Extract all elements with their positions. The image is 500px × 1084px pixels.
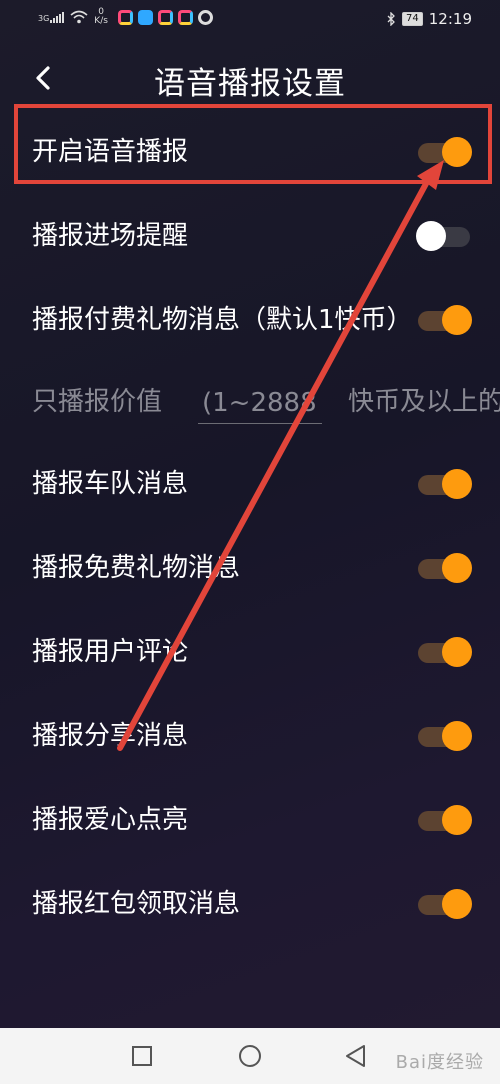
setting-row-red-packet: 播报红包领取消息 [0, 862, 500, 946]
threshold-prefix-label: 只播报价值 [32, 387, 163, 417]
home-button[interactable] [234, 1040, 266, 1072]
setting-row-entry-reminder: 播报进场提醒 [0, 194, 500, 278]
page-title: 语音播报设置 [154, 66, 346, 102]
setting-row-free-gift: 播报免费礼物消息 [0, 526, 500, 610]
setting-row-heart-light: 播报爱心点亮 [0, 778, 500, 862]
user-comment-toggle[interactable] [416, 637, 472, 667]
share-message-toggle[interactable] [416, 721, 472, 751]
clock: 12:19 [428, 10, 472, 28]
setting-label: 播报进场提醒 [32, 221, 189, 251]
setting-label: 开启语音播报 [32, 137, 189, 167]
cell-signal: 3G [38, 11, 65, 23]
app-notification-icon [117, 9, 133, 25]
notification-icons [117, 9, 213, 25]
header: 语音播报设置 [0, 48, 500, 108]
setting-label: 播报分享消息 [32, 721, 189, 751]
setting-row-paid-gift: 播报付费礼物消息（默认1快币） [0, 278, 500, 362]
paid-gift-toggle[interactable] [416, 305, 472, 335]
team-message-toggle[interactable] [416, 469, 472, 499]
setting-label: 播报付费礼物消息（默认1快币） [32, 305, 413, 335]
setting-label: 播报红包领取消息 [32, 889, 241, 919]
threshold-suffix-label: 快币及以上的 [348, 387, 500, 417]
signal-bars-icon [50, 11, 65, 23]
red-packet-toggle[interactable] [416, 889, 472, 919]
setting-label: 播报车队消息 [32, 469, 189, 499]
wifi-icon [70, 10, 88, 24]
setting-row-voice-broadcast: 开启语音播报 [0, 110, 500, 194]
setting-row-share: 播报分享消息 [0, 694, 500, 778]
speed-unit: K/s [94, 16, 108, 26]
value-threshold-row: 只播报价值 快币及以上的 [0, 360, 500, 444]
battery-icon: 74 [402, 12, 423, 26]
entry-reminder-toggle[interactable] [416, 221, 472, 251]
setting-label: 播报免费礼物消息 [32, 553, 241, 583]
network-type-label: 3G [38, 14, 50, 23]
free-gift-toggle[interactable] [416, 553, 472, 583]
app-notification-icon [197, 9, 213, 25]
app-notification-icon [157, 9, 173, 25]
setting-label: 播报用户评论 [32, 637, 189, 667]
square-icon [132, 1046, 152, 1066]
network-speed: 0 K/s [94, 8, 108, 26]
triangle-back-icon [346, 1045, 365, 1067]
app-notification-icon [137, 9, 153, 25]
status-left: 3G 0 K/s [38, 8, 213, 26]
heart-light-toggle[interactable] [416, 805, 472, 835]
setting-label: 播报爱心点亮 [32, 805, 189, 835]
voice-broadcast-toggle[interactable] [416, 137, 472, 167]
recents-button[interactable] [126, 1040, 158, 1072]
status-bar: 3G 0 K/s 74 12:19 [0, 0, 500, 40]
back-nav-button[interactable] [340, 1040, 372, 1072]
bluetooth-icon [387, 12, 395, 26]
threshold-value-input[interactable] [198, 382, 322, 424]
setting-row-user-comment: 播报用户评论 [0, 610, 500, 694]
app-notification-icon [177, 9, 193, 25]
system-nav-bar: Bai度经验 [0, 1028, 500, 1084]
watermark: Bai度经验 [395, 1052, 484, 1073]
circle-icon [239, 1045, 261, 1067]
setting-row-team: 播报车队消息 [0, 442, 500, 526]
status-right: 74 12:19 [386, 10, 472, 28]
